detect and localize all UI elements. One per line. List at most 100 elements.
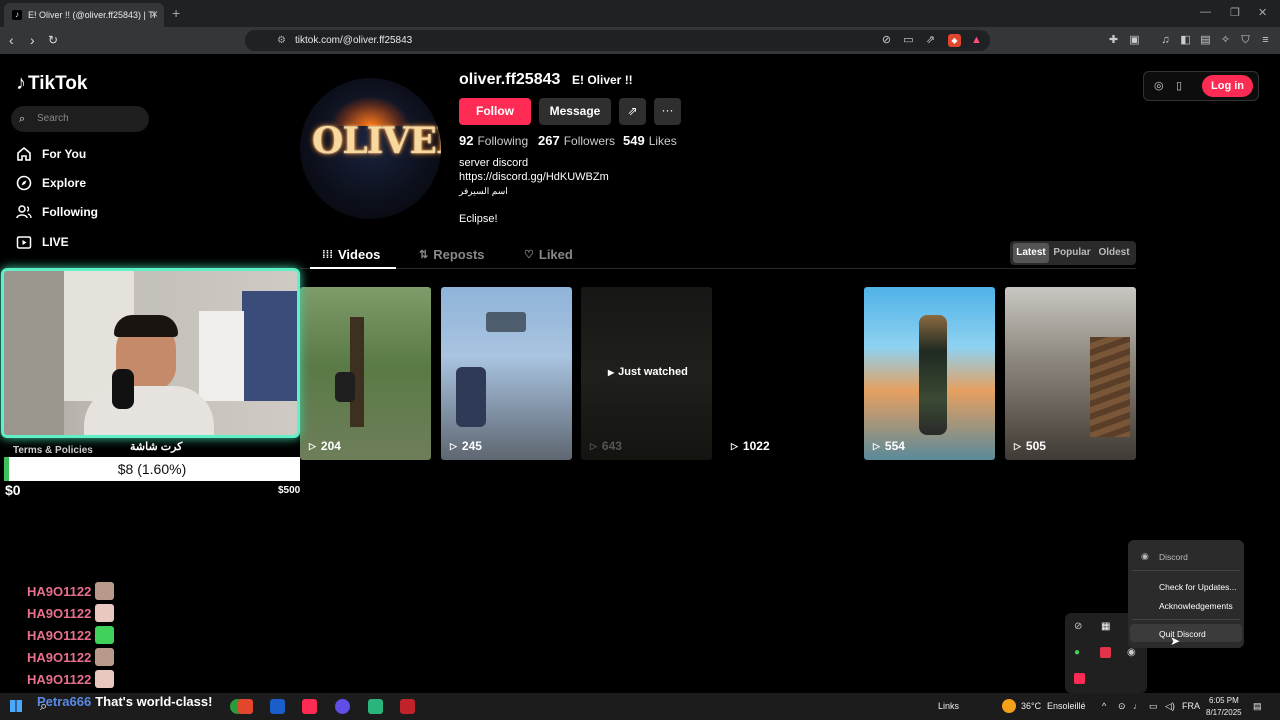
terms-link[interactable]: Terms & Policies [13, 445, 93, 456]
reload-icon[interactable]: ↻ [48, 33, 58, 47]
share-page-icon[interactable]: ⇗ [924, 34, 937, 47]
discord-tray-icon[interactable]: ◉ [1127, 647, 1136, 658]
back-icon[interactable]: ‹ [9, 32, 14, 48]
profile-nickname: E! Oliver !! [572, 73, 633, 87]
goal-title: كرت شاشة [130, 441, 183, 453]
chat-username: HA9O1122 [27, 605, 92, 621]
screenshot-icon[interactable]: ▣ [1128, 34, 1141, 47]
tab-reposts[interactable]: ⇅ Reposts [419, 247, 485, 262]
followers-stat[interactable]: 267 Followers [538, 133, 615, 148]
menu-icon[interactable]: ≡ [1259, 34, 1272, 47]
sort-oldest-button[interactable]: Oldest [1095, 243, 1133, 263]
cast-icon[interactable]: ▭ [902, 34, 915, 47]
tab-close-icon[interactable]: × [151, 7, 158, 21]
taskbar-links[interactable]: Links [938, 701, 959, 711]
browser-tab[interactable]: ♪ E! Oliver !! (@oliver.ff25843) | Ti × [4, 3, 164, 27]
app-taskbar-icon[interactable] [400, 699, 415, 714]
tab-label: Reposts [433, 247, 485, 262]
weather-temp[interactable]: 36°C [1021, 701, 1041, 711]
network-icon[interactable]: ▭ [1149, 701, 1158, 712]
video-thumbnail[interactable]: ▷ 1022 [722, 287, 853, 460]
more-options-button[interactable]: ··· [654, 98, 681, 125]
tray-expand-icon[interactable]: ^ [1102, 701, 1106, 711]
video-thumbnail[interactable]: ▷ 554 [864, 287, 995, 460]
new-tab-icon[interactable]: + [172, 5, 180, 21]
sidebar-toggle-icon[interactable]: ◧ [1179, 34, 1192, 47]
volume-icon[interactable]: ◁) [1165, 701, 1175, 712]
forward-icon[interactable]: › [30, 32, 35, 48]
vpn-icon[interactable]: ⛉ [1239, 34, 1252, 47]
get-app-icon[interactable]: ▯ [1176, 79, 1182, 92]
input-language[interactable]: FRA [1182, 701, 1200, 711]
close-window-icon[interactable]: ✕ [1258, 6, 1267, 19]
coins-icon[interactable]: ◎ [1154, 79, 1164, 92]
discord-taskbar-icon[interactable] [368, 699, 383, 714]
sidebar-item-explore[interactable]: Explore [16, 175, 86, 191]
share-button[interactable]: ⇗ [619, 98, 646, 125]
follow-button[interactable]: Follow [459, 98, 531, 125]
sidebar-item-for-you[interactable]: For You [16, 146, 86, 162]
site-info-icon[interactable]: ⚙ [277, 30, 286, 51]
microphone-icon[interactable]: ♩ [1133, 701, 1142, 711]
video-view-count: ▷ 245 [450, 439, 482, 453]
brave-shield-icon[interactable]: ◆ [948, 34, 961, 47]
clock-date[interactable]: 8/17/2025 [1206, 708, 1242, 717]
tab-liked[interactable]: ♡ Liked [524, 247, 573, 262]
leo-ai-icon[interactable]: ✧ [1219, 34, 1232, 47]
repost-icon: ⇅ [419, 249, 429, 261]
tiktok-taskbar-icon[interactable] [302, 699, 317, 714]
hidden-app-icon[interactable]: ⊘ [1074, 621, 1082, 632]
message-button[interactable]: Message [539, 98, 611, 125]
no-tracking-icon[interactable]: ⊘ [880, 34, 893, 47]
brave-taskbar-icon[interactable] [238, 699, 253, 714]
chat-line: HA9O1122 [27, 626, 115, 644]
tiktok-tray-icon[interactable] [1074, 673, 1085, 684]
goal-min: $0 [5, 482, 21, 498]
tray-app-icon[interactable]: ▦ [1101, 621, 1110, 632]
chat-username: Petra666 [37, 694, 92, 709]
login-button[interactable]: Log in [1202, 75, 1253, 97]
extensions-icon[interactable]: ✚ [1107, 34, 1120, 47]
sidebar-item-live[interactable]: LIVE [16, 234, 69, 250]
address-bar[interactable]: ⚙ tiktok.com/@oliver.ff25843 [245, 30, 990, 51]
obs-taskbar-icon[interactable] [335, 699, 350, 714]
menu-item-check-updates[interactable]: Check for Updates... [1159, 582, 1236, 592]
video-thumbnail[interactable]: ▷ 204 [300, 287, 431, 460]
sort-popular-button[interactable]: Popular [1053, 243, 1091, 263]
video-thumbnail[interactable]: ▶ Just watched ▷ 643 [581, 287, 712, 460]
spotify-tray-icon[interactable]: ● [1074, 647, 1080, 658]
likes-label: Likes [648, 134, 677, 148]
minimize-icon[interactable]: — [1200, 6, 1211, 18]
tab-title: E! Oliver !! (@oliver.ff25843) | Ti [28, 10, 156, 20]
bio-link[interactable]: https://discord.gg/HdKUWBZm [459, 171, 609, 183]
search-input[interactable]: ⌕ Search [11, 106, 149, 132]
following-stat[interactable]: 92 Following [459, 133, 528, 148]
amd-tray-icon[interactable] [1100, 647, 1111, 658]
windows-start-icon[interactable] [10, 700, 22, 712]
sun-weather-icon[interactable] [1002, 699, 1016, 713]
character-figure [456, 367, 486, 427]
profile-username: oliver.ff25843 [459, 71, 561, 88]
steam-taskbar-icon[interactable] [270, 699, 285, 714]
bio-line: اسم السيرفر [459, 186, 508, 196]
media-icon[interactable]: ♫ [1159, 34, 1172, 47]
weather-desc[interactable]: Ensoleillé [1047, 701, 1086, 711]
video-thumbnail[interactable]: ▷ 505 [1005, 287, 1136, 460]
notifications-icon[interactable]: ▤ [1253, 701, 1262, 712]
clock-time[interactable]: 6:05 PM [1209, 696, 1239, 705]
wallet-icon[interactable]: ▤ [1199, 34, 1212, 47]
tab-label: Liked [538, 247, 573, 262]
tiktok-logo[interactable]: ♪ TikTok [16, 72, 87, 95]
video-thumbnail[interactable]: ▷ 245 [441, 287, 572, 460]
menu-item-acknowledgements[interactable]: Acknowledgements [1159, 601, 1233, 611]
sort-latest-button[interactable]: Latest [1013, 243, 1049, 263]
tray-app-icon[interactable]: ⊙ [1118, 701, 1126, 712]
brave-rewards-icon[interactable]: ▲ [970, 34, 983, 47]
menu-item-quit-discord[interactable]: Quit Discord [1159, 629, 1206, 639]
profile-avatar[interactable]: OLIVER [300, 78, 441, 219]
tab-videos[interactable]: ⁞⁞⁞ Videos [322, 247, 380, 262]
mouse-cursor-icon: ➤ [1170, 634, 1181, 648]
maximize-icon[interactable]: ❐ [1230, 6, 1240, 19]
more-icon: ··· [661, 103, 674, 117]
sidebar-item-following[interactable]: Following [16, 204, 98, 220]
